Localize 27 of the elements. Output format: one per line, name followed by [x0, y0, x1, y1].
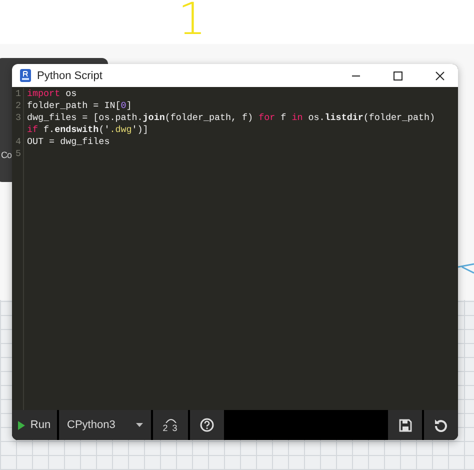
code-line: dwg_files = [os.path.join(folder_path, f) for f in os.listdir(folder_path) if f.endswith('.dwg')]: [27, 112, 436, 135]
line-number: 4: [14, 136, 21, 148]
code-line: OUT = dwg_files: [27, 136, 110, 147]
help-icon: [200, 418, 214, 432]
line-number: 2: [14, 100, 21, 112]
run-button[interactable]: Run: [12, 410, 57, 440]
line-number: 5: [14, 148, 21, 160]
play-icon: [18, 420, 26, 430]
app-icon: [20, 69, 31, 82]
migration-button[interactable]: 2 3: [153, 410, 188, 440]
window-title: Python Script: [37, 70, 104, 82]
line-number: 3: [14, 112, 21, 125]
engine-dropdown[interactable]: CPython3: [59, 410, 151, 440]
connector-drawing: [458, 262, 474, 274]
code-line: folder_path = IN[0]: [27, 100, 132, 111]
node-text: Co: [1, 150, 12, 160]
reset-button[interactable]: [424, 410, 458, 440]
save-icon: [398, 418, 412, 432]
undo-icon: [434, 418, 448, 432]
annotation-number: 1: [178, 0, 206, 42]
caret-icon: [136, 423, 143, 427]
maximize-icon: [393, 70, 403, 80]
close-icon: [435, 70, 445, 80]
code-line: import os: [27, 88, 77, 99]
save-button[interactable]: [388, 410, 422, 440]
line-number: 1: [14, 88, 21, 100]
help-button[interactable]: [190, 410, 224, 440]
